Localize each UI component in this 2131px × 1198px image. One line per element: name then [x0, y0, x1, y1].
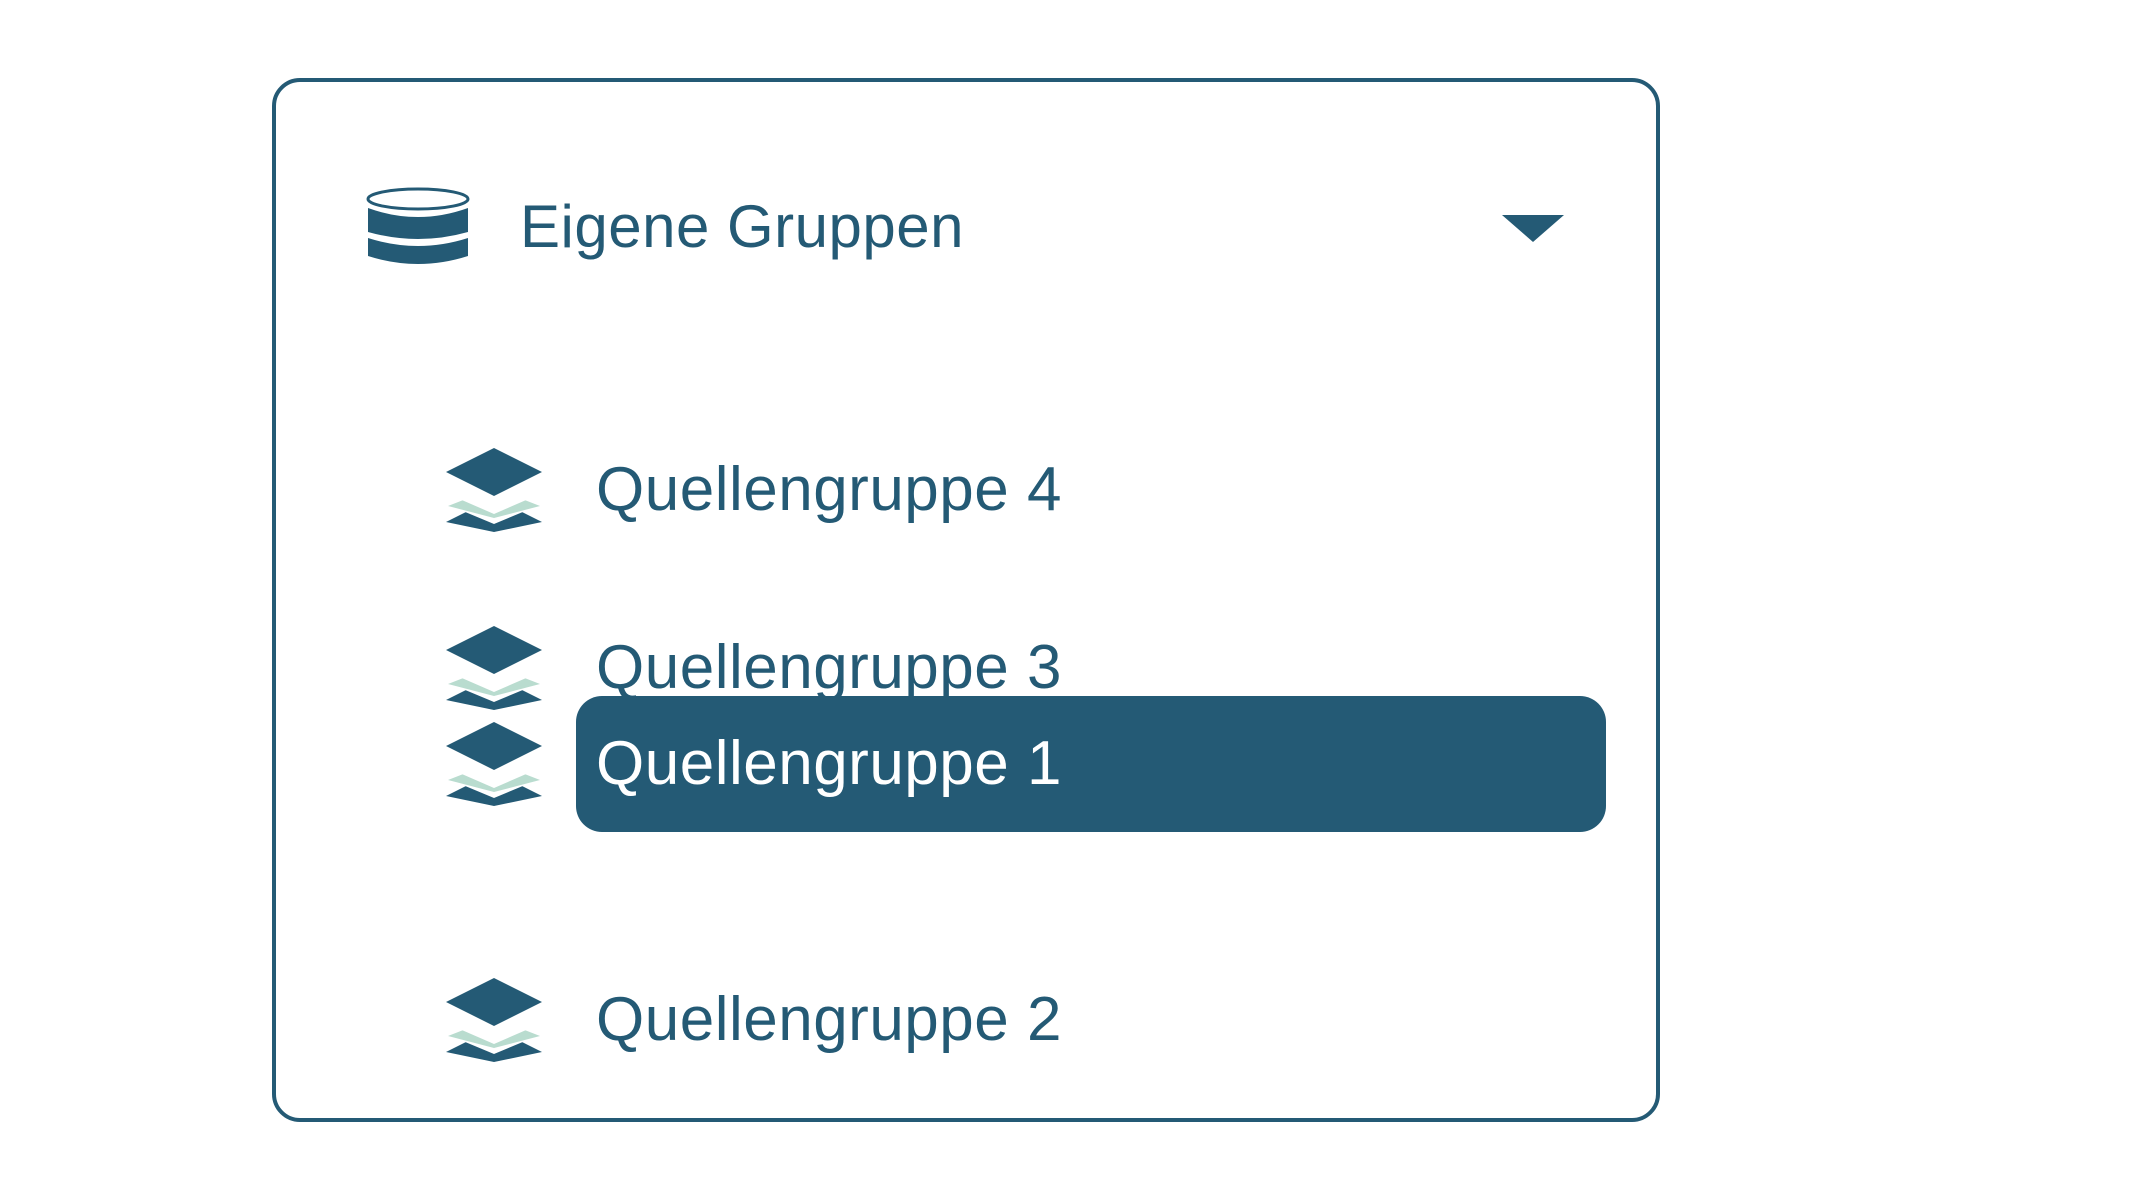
list-item-label-box[interactable]: Quellengruppe 1 [576, 696, 1606, 832]
database-icon [366, 187, 470, 264]
dropdown-title: Eigene Gruppen [520, 193, 964, 260]
layers-icon [446, 448, 542, 532]
source-group-dropdown-panel: Eigene Gruppen Quellengruppe 4 Quellengr… [272, 78, 1660, 1122]
list-item-label: Quellengruppe 1 [596, 729, 1062, 798]
layers-icon [446, 978, 542, 1062]
chevron-down-icon[interactable] [1502, 215, 1564, 242]
list-item-label: Quellengruppe 3 [596, 633, 1062, 702]
list-item-quellengruppe-2[interactable]: Quellengruppe 2 [444, 952, 1604, 1088]
list-item-label: Quellengruppe 4 [596, 455, 1062, 524]
list-item-label-box[interactable]: Quellengruppe 4 [576, 422, 1606, 558]
layers-icon [446, 722, 542, 806]
list-item-quellengruppe-4[interactable]: Quellengruppe 4 [444, 422, 1604, 558]
list-item-label: Quellengruppe 2 [596, 985, 1062, 1054]
dropdown-header[interactable]: Eigene Gruppen [366, 172, 1566, 282]
list-item-quellengruppe-1-selected[interactable]: Quellengruppe 1 [444, 696, 1606, 832]
list-item-label-box[interactable]: Quellengruppe 2 [576, 952, 1606, 1088]
